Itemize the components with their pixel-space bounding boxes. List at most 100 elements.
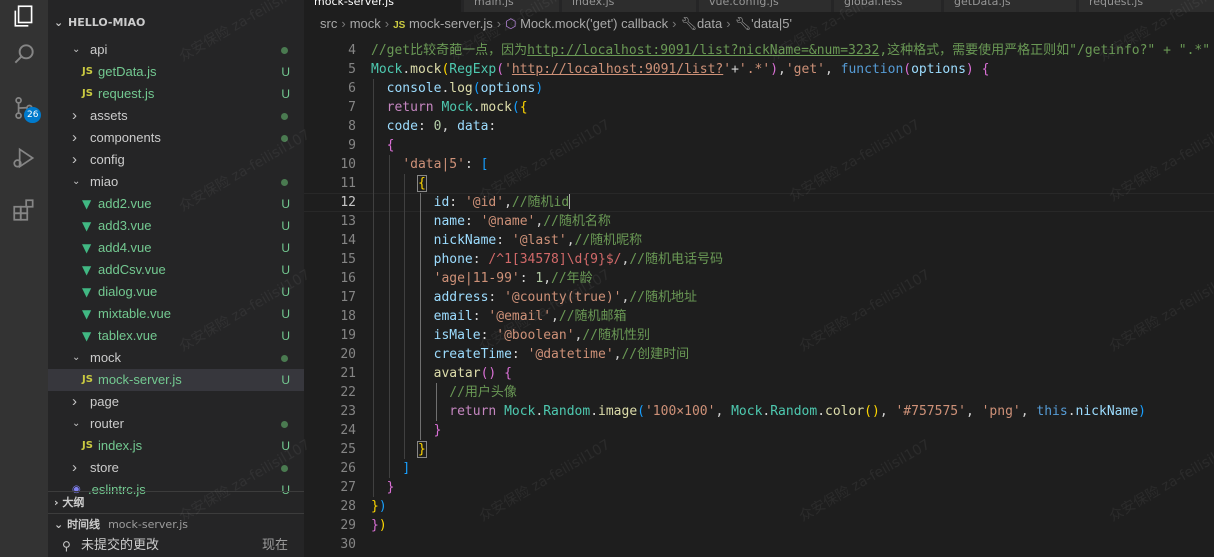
- code-line[interactable]: }: [371, 421, 1214, 440]
- tree-file[interactable]: ▼ add4.vue U: [48, 237, 304, 259]
- timeline-item-time: 现在: [261, 538, 288, 553]
- code-line[interactable]: //用户头像: [371, 383, 1214, 402]
- code-text[interactable]: //get比较奇葩一点，因为http://localhost:9091/list…: [304, 41, 1214, 554]
- code-line[interactable]: avatar() {: [371, 364, 1214, 383]
- explorer-root-title: HELLO-MIAO: [68, 16, 146, 29]
- code-line[interactable]: ]: [371, 459, 1214, 478]
- line-number: 14: [340, 233, 356, 248]
- source-control-icon[interactable]: [0, 84, 48, 132]
- tab-request-js[interactable]: request.js: [1079, 0, 1214, 12]
- breadcrumb-callback[interactable]: Mock.mock('get') callback: [520, 16, 668, 31]
- code-token: (: [511, 100, 520, 115]
- breadcrumb-mock[interactable]: mock: [350, 16, 381, 31]
- code-token: .: [402, 62, 411, 77]
- code-token: ,: [504, 195, 512, 210]
- line-number: 30: [340, 537, 356, 552]
- tree-folder[interactable]: › store: [48, 457, 304, 479]
- tree-folder[interactable]: › config: [48, 149, 304, 171]
- code-line[interactable]: 'age|11-99': 1,//年龄: [371, 269, 1214, 288]
- breadcrumb-file[interactable]: mock-server.js: [409, 16, 493, 31]
- code-line[interactable]: 'data|5': [: [371, 155, 1214, 174]
- tree-file[interactable]: ▼ tablex.vue U: [48, 325, 304, 347]
- tab-global-less[interactable]: global.less: [834, 0, 942, 12]
- tree-folder[interactable]: ⌄ api: [48, 39, 304, 61]
- tab-mock-server-js[interactable]: mock-server.js: [304, 0, 462, 12]
- code-line[interactable]: }: [371, 440, 1214, 459]
- outline-section-header[interactable]: › 大纲: [48, 491, 304, 513]
- tree-folder-label: miao: [90, 174, 119, 189]
- code-line[interactable]: }): [371, 497, 1214, 516]
- code-line[interactable]: }): [371, 516, 1214, 535]
- tree-file[interactable]: ▼ add3.vue U: [48, 215, 304, 237]
- tab-main-js[interactable]: main.js: [464, 0, 560, 12]
- breadcrumb-data[interactable]: data: [697, 16, 722, 31]
- code-token: '@email': [488, 309, 552, 324]
- commit-dot-icon: ⚲: [62, 539, 71, 553]
- code-token: :: [480, 328, 497, 343]
- tab-getData-js[interactable]: getData.js: [944, 0, 1077, 12]
- code-line[interactable]: phone: /^1[34578]\d{9}$/,//随机电话号码: [371, 250, 1214, 269]
- code-token: :: [519, 271, 536, 286]
- code-line[interactable]: }: [371, 478, 1214, 497]
- tab-vue-config-js[interactable]: vue.config.js: [699, 0, 832, 12]
- code-token: mock: [480, 100, 512, 115]
- tree-folder[interactable]: ⌄ mock: [48, 347, 304, 369]
- code-token: ': [723, 62, 732, 77]
- tree-file[interactable]: JS request.js U: [48, 83, 304, 105]
- code-line[interactable]: nickName: '@last',//随机昵称: [371, 231, 1214, 250]
- code-line[interactable]: code: 0, data:: [371, 117, 1214, 136]
- tree-folder[interactable]: › page: [48, 391, 304, 413]
- git-modified-dot-icon: [281, 135, 288, 142]
- code-line[interactable]: name: '@name',//随机名称: [371, 212, 1214, 231]
- code-line[interactable]: isMale: '@boolean',//随机性别: [371, 326, 1214, 345]
- tab-bar: mock-server.js main.js index.js vue.config.…: [304, 0, 1214, 12]
- js-file-icon: JS: [82, 88, 93, 99]
- code-token: :: [417, 119, 434, 134]
- code-line[interactable]: return Mock.mock({: [371, 98, 1214, 117]
- timeline-item[interactable]: ⚲ 未提交的更改 现在: [48, 535, 304, 557]
- code-line[interactable]: {: [371, 174, 1214, 193]
- explorer-root-header[interactable]: ⌄ HELLO-MIAO: [48, 12, 304, 34]
- breadcrumb-src[interactable]: src: [320, 16, 337, 31]
- tree-folder[interactable]: ⌄ router: [48, 413, 304, 435]
- git-modified-dot-icon: [281, 47, 288, 54]
- tree-folder[interactable]: › components: [48, 127, 304, 149]
- tree-file[interactable]: ▼ mixtable.vue U: [48, 303, 304, 325]
- extensions-icon[interactable]: [0, 186, 48, 234]
- code-line[interactable]: [371, 535, 1214, 554]
- breadcrumb-data-5[interactable]: 'data|5': [751, 16, 792, 31]
- code-line[interactable]: {: [371, 136, 1214, 155]
- code-line[interactable]: id: '@id',//随机id: [304, 193, 1214, 212]
- tree-file[interactable]: JS index.js U: [48, 435, 304, 457]
- code-token: http://localhost:9091/list?: [511, 62, 724, 77]
- tree-file-label: add4.vue: [98, 240, 152, 255]
- chevron-right-icon: ›: [72, 151, 77, 168]
- code-line[interactable]: email: '@email',//随机邮箱: [371, 307, 1214, 326]
- tab-index-js[interactable]: index.js: [562, 0, 697, 12]
- tree-folder[interactable]: › assets: [48, 105, 304, 127]
- git-modified-dot-icon: [281, 113, 288, 120]
- tree-file[interactable]: ▼ addCsv.vue U: [48, 259, 304, 281]
- code-token: nickName: [1075, 404, 1139, 419]
- code-line[interactable]: console.log(options): [371, 79, 1214, 98]
- code-line[interactable]: address: '@county(true)',//随机地址: [371, 288, 1214, 307]
- code-line[interactable]: return Mock.Random.image('100×100', Mock…: [371, 402, 1214, 421]
- code-line[interactable]: Mock.mock(RegExp('http://localhost:9091/…: [371, 60, 1214, 79]
- code-token: ): [535, 81, 544, 96]
- code-token: '@boolean': [496, 328, 575, 343]
- search-icon[interactable]: [0, 30, 48, 78]
- code-token: //随机id: [511, 195, 570, 210]
- tree-file[interactable]: ▼ dialog.vue U: [48, 281, 304, 303]
- git-status-untracked: U: [281, 263, 290, 277]
- timeline-section-header[interactable]: ⌄ 时间线 mock-server.js: [48, 513, 304, 535]
- tree-file[interactable]: JS mock-server.js U: [48, 369, 304, 391]
- tree-file[interactable]: JS getData.js U: [48, 61, 304, 83]
- code-line[interactable]: createTime: '@datetime',//创建时间: [371, 345, 1214, 364]
- tree-folder-label: config: [90, 152, 125, 167]
- code-line[interactable]: //get比较奇葩一点，因为http://localhost:9091/list…: [371, 41, 1214, 60]
- tree-file[interactable]: ▼ add2.vue U: [48, 193, 304, 215]
- code-token: phone: [433, 252, 473, 267]
- tree-folder[interactable]: ⌄ miao: [48, 171, 304, 193]
- run-debug-icon[interactable]: [0, 134, 48, 182]
